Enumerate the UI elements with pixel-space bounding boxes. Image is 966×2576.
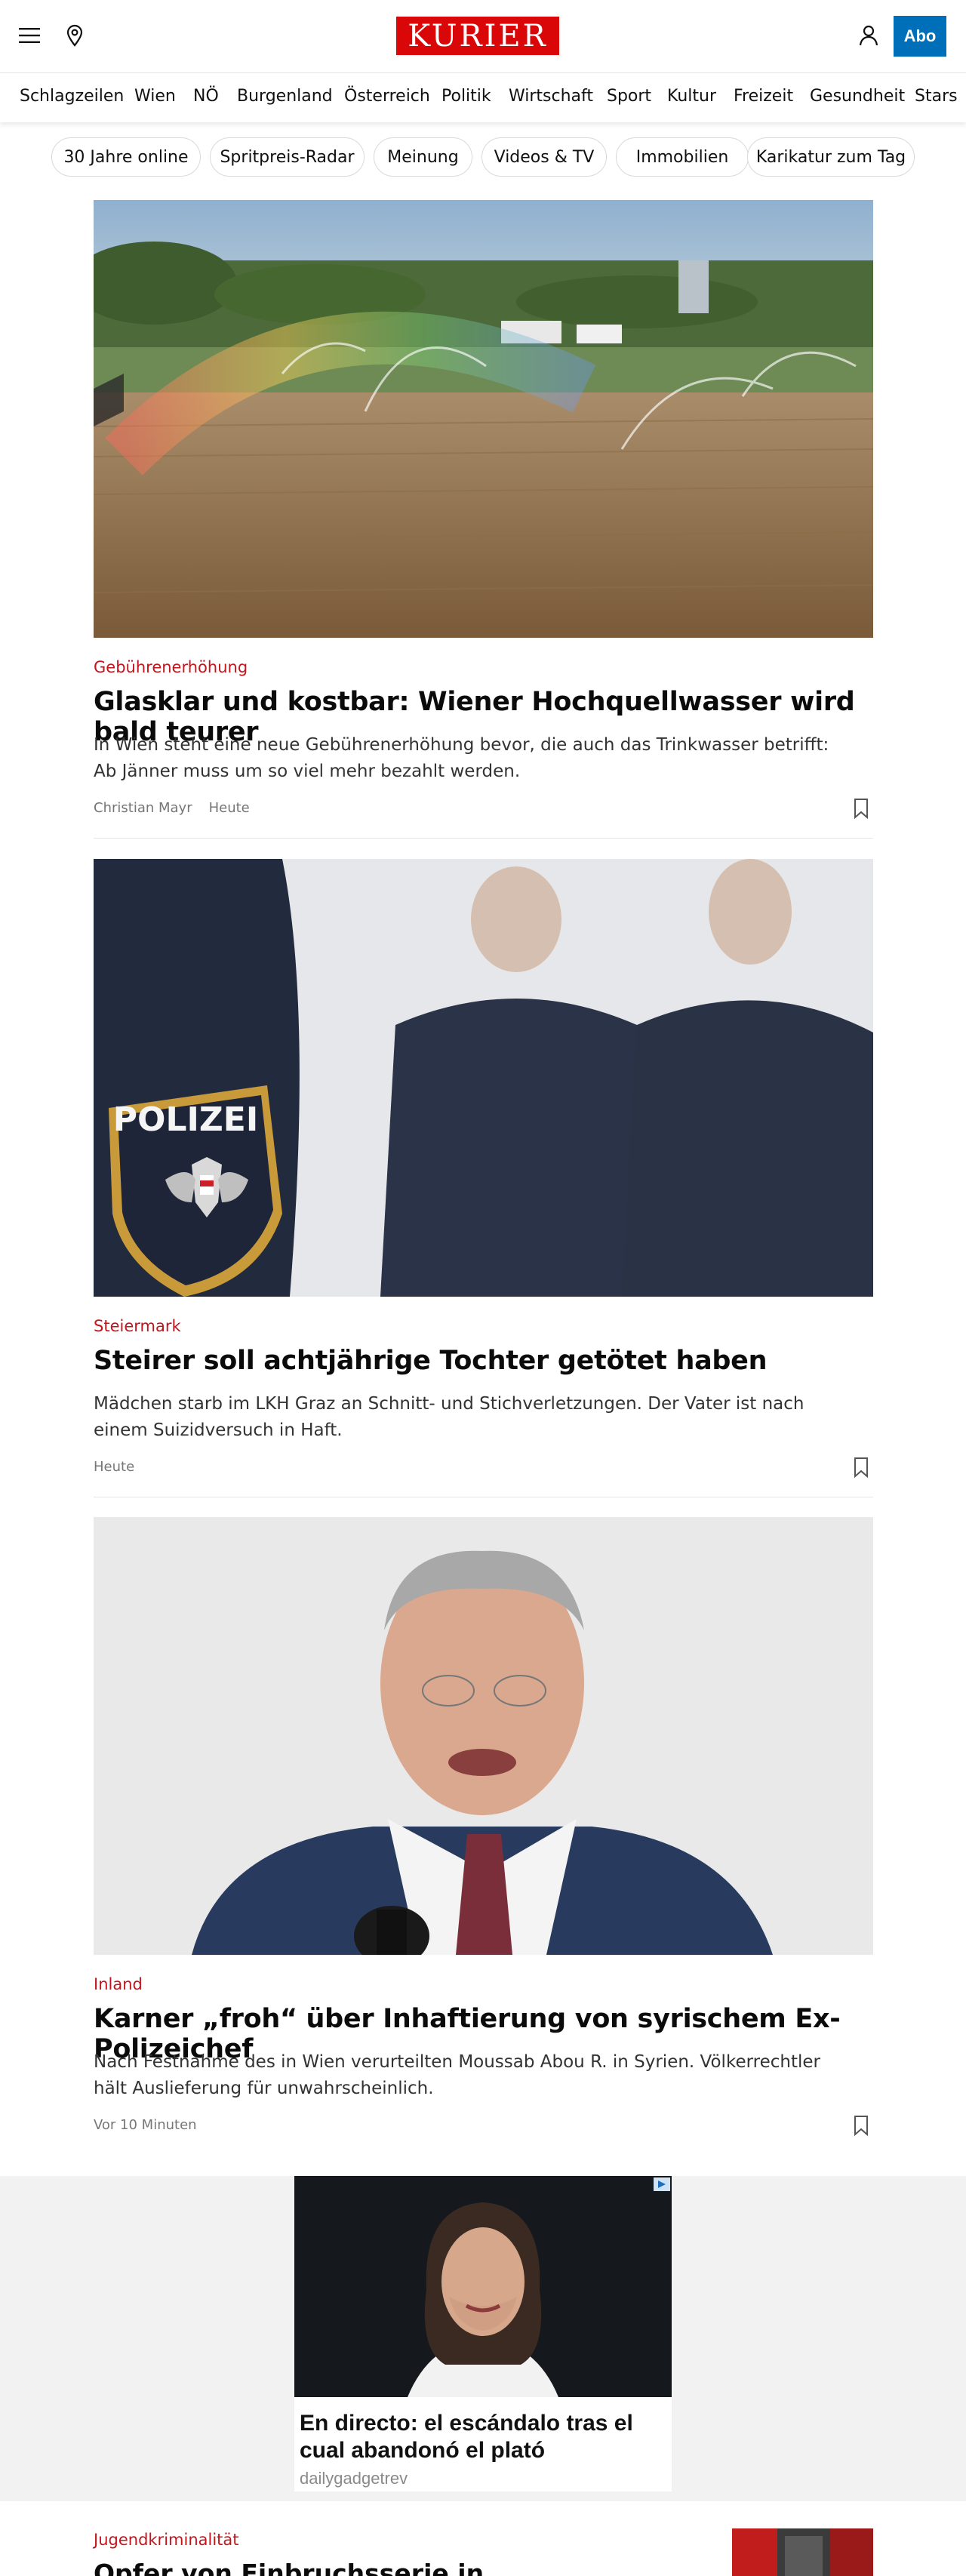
nav-item-politik[interactable]: Politik <box>441 87 491 106</box>
article-teaser[interactable]: Mädchen starb im LKH Graz an Schnitt- un… <box>94 1391 856 1444</box>
nav-item-gesundheit[interactable]: Gesundheit <box>810 87 905 106</box>
nav-item-wirtschaft[interactable]: Wirtschaft <box>509 87 593 106</box>
nav-item-kultur[interactable]: Kultur <box>667 87 716 106</box>
article-kicker[interactable]: Inland <box>94 1975 143 1993</box>
user-icon[interactable] <box>856 23 881 48</box>
ad-source[interactable]: dailygadgetrev <box>300 2469 408 2488</box>
article-meta: Heute <box>94 1459 134 1475</box>
site-logo[interactable]: KURIER <box>396 17 559 55</box>
main-navigation: Schlagzeilen Wien NÖ Burgenland Österrei… <box>0 72 966 122</box>
article-meta: Christian Mayr Heute <box>94 800 250 816</box>
police-patch-text: POLIZEI <box>113 1100 258 1139</box>
ad-title[interactable]: En directo: el escándalo tras el cual ab… <box>300 2410 662 2464</box>
ad-section: En directo: el escándalo tras el cual ab… <box>0 2176 966 2501</box>
nav-item-wien[interactable]: Wien <box>134 87 176 106</box>
article-headline[interactable]: Opfer von Einbruchsserie in <box>94 2559 484 2576</box>
article-teaser[interactable]: In Wien steht eine neue Gebührenerhöhung… <box>94 732 856 785</box>
article-image-sprinklers[interactable] <box>94 200 873 638</box>
nav-item-schlagzeilen[interactable]: Schlagzeilen <box>20 87 124 106</box>
article-time: Heute <box>208 800 250 816</box>
pill-immobilien[interactable]: Immobilien <box>616 137 749 177</box>
pill-spritpreis-radar[interactable]: Spritpreis-Radar <box>210 137 365 177</box>
article-time: Heute <box>94 1459 135 1475</box>
ad-card[interactable]: En directo: el escándalo tras el cual ab… <box>294 2176 672 2491</box>
bookmark-icon[interactable] <box>853 1457 872 1479</box>
pill-videos-tv[interactable]: Videos & TV <box>481 137 607 177</box>
article-image-police[interactable]: POLIZEI <box>94 859 873 1297</box>
pill-30-jahre-online[interactable]: 30 Jahre online <box>51 137 201 177</box>
article-kicker[interactable]: Jugendkriminalität <box>94 2531 239 2549</box>
nav-item-stars[interactable]: Stars <box>915 87 958 106</box>
bookmark-icon[interactable] <box>853 798 872 820</box>
article-headline[interactable]: Steirer soll achtjährige Tochter getötet… <box>94 1346 878 1376</box>
nav-item-burgenland[interactable]: Burgenland <box>237 87 333 106</box>
article-image-karner[interactable] <box>94 1517 873 1955</box>
pill-meinung[interactable]: Meinung <box>374 137 472 177</box>
article-teaser[interactable]: Nach Festnahme des in Wien verurteilten … <box>94 2049 856 2102</box>
abo-button[interactable]: Abo <box>894 16 946 57</box>
article-thumbnail[interactable] <box>732 2528 873 2576</box>
ad-image[interactable] <box>294 2176 672 2397</box>
article-divider <box>94 838 873 839</box>
nav-item-noe[interactable]: NÖ <box>193 87 219 106</box>
article-time: Vor 10 Minuten <box>94 2117 197 2133</box>
nav-item-sport[interactable]: Sport <box>607 87 651 106</box>
article-kicker[interactable]: Steiermark <box>94 1317 181 1335</box>
bookmark-icon[interactable] <box>853 2115 872 2137</box>
nav-item-oesterreich[interactable]: Österreich <box>344 87 430 106</box>
site-header: KURIER Abo <box>0 0 966 72</box>
nav-item-freizeit[interactable]: Freizeit <box>734 87 793 106</box>
article-kicker[interactable]: Gebührenerhöhung <box>94 658 248 676</box>
article-meta: Vor 10 Minuten <box>94 2117 197 2133</box>
article-author: Christian Mayr <box>94 800 192 816</box>
map-pin-icon[interactable] <box>62 23 88 48</box>
adchoices-icon[interactable] <box>654 2177 670 2191</box>
pill-karikatur-zum-tag[interactable]: Karikatur zum Tag <box>747 137 915 177</box>
hamburger-menu-icon[interactable] <box>17 23 42 48</box>
